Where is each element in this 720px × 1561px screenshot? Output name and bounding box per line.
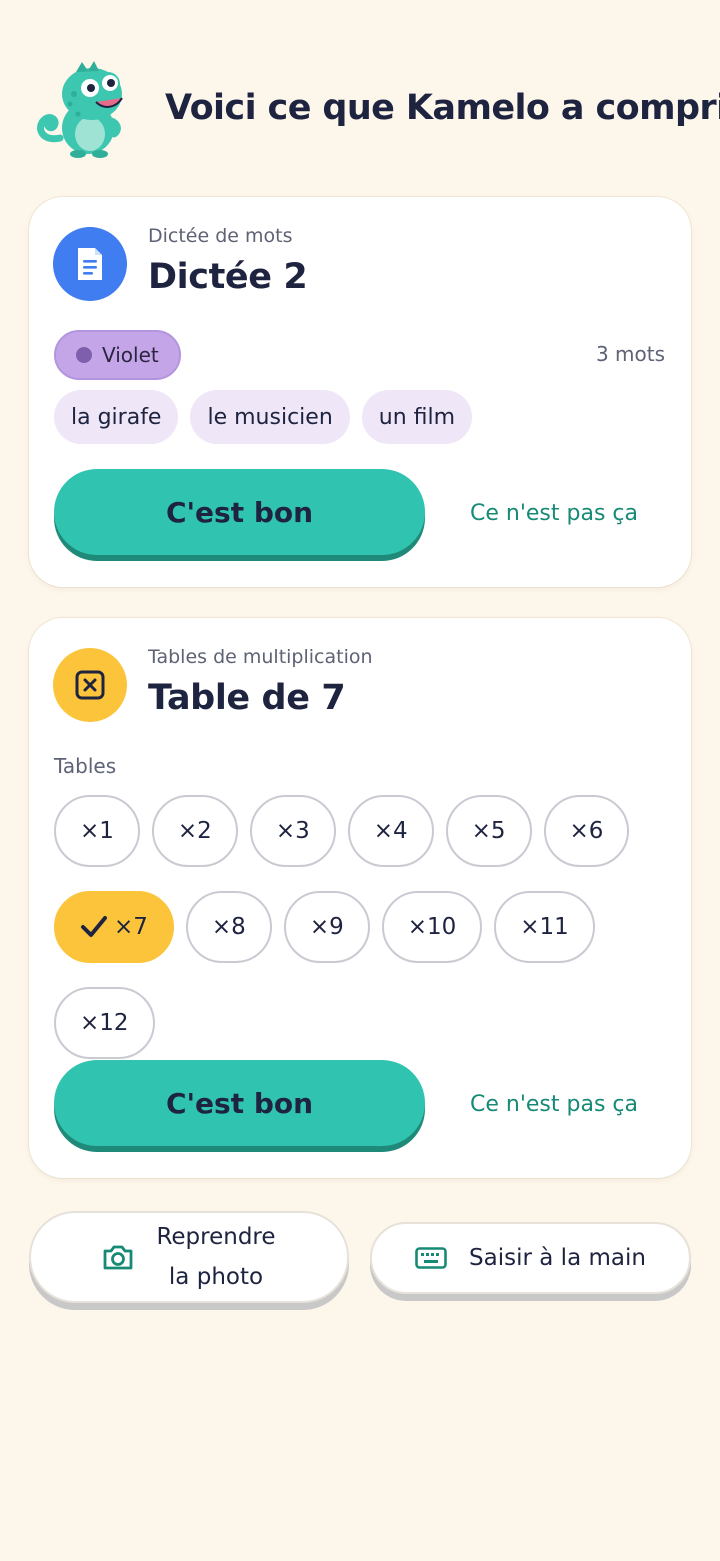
reject-dictation-link[interactable]: Ce n'est pas ça <box>470 501 638 526</box>
list-color-chip[interactable]: Violet <box>54 330 181 380</box>
card-category: Dictée de mots <box>148 225 293 247</box>
multiply-box-icon <box>53 648 127 722</box>
word-chip: le musicien <box>190 390 350 444</box>
dictation-card: Dictée de mots Dictée 2 Violet 3 mots la… <box>29 197 691 587</box>
tables-card: Tables de multiplication Table de 7 Tabl… <box>29 618 691 1178</box>
table-chip-label: ×5 <box>471 818 506 844</box>
table-chip-label: ×10 <box>407 914 457 940</box>
page-title: Voici ce que Kamelo a compris <box>165 88 720 128</box>
table-chip-label: ×11 <box>520 914 569 940</box>
table-chip[interactable]: ×10 <box>381 891 483 963</box>
manual-entry-button[interactable]: Saisir à la main <box>370 1222 691 1294</box>
table-chip[interactable]: ×9 <box>283 891 370 963</box>
table-chip-label: ×1 <box>80 818 114 844</box>
table-chip-label: ×9 <box>309 914 344 940</box>
table-chip-label: ×7 <box>114 914 148 940</box>
word-count: 3 mots <box>595 342 665 366</box>
word-chip: un film <box>361 390 473 444</box>
retake-photo-button[interactable]: Reprendre la photo <box>29 1211 349 1303</box>
confirm-dictation-button[interactable]: C'est bon <box>54 469 425 555</box>
table-chip[interactable]: ×2 <box>151 795 238 867</box>
card-title: Table de 7 <box>148 678 346 718</box>
reject-tables-link[interactable]: Ce n'est pas ça <box>470 1092 638 1117</box>
screen: Voici ce que Kamelo a compris Dictée de … <box>0 0 720 1561</box>
table-chip-label: ×8 <box>211 914 246 940</box>
table-chip-label: ×12 <box>80 1010 129 1036</box>
table-chip[interactable]: ×3 <box>249 795 336 867</box>
table-chip-label: ×3 <box>275 818 310 844</box>
table-chip-label: ×4 <box>373 818 408 844</box>
table-chip[interactable]: ×12 <box>54 987 155 1059</box>
table-selector: ×1 ×2 ×3 ×4 ×5 ×6 ×7 ×8 ×9 ×10 ×11 ×12 <box>54 795 674 1059</box>
word-list: la girafe le musicien un film <box>54 390 473 444</box>
table-chip-label: ×6 <box>569 818 604 844</box>
table-chip[interactable]: ×5 <box>445 795 532 867</box>
camera-icon <box>104 1245 133 1270</box>
table-chip-label: ×2 <box>177 818 212 844</box>
word-chip: la girafe <box>54 390 179 444</box>
table-chip[interactable]: ×4 <box>347 795 434 867</box>
table-chip[interactable]: ×6 <box>543 795 630 867</box>
keyboard-icon <box>415 1247 447 1269</box>
header: Voici ce que Kamelo a compris <box>0 50 720 170</box>
card-title: Dictée 2 <box>148 257 308 297</box>
chameleon-mascot-icon <box>37 61 123 158</box>
table-chip[interactable]: ×11 <box>494 891 595 963</box>
retake-line-1: Reprendre <box>156 1224 276 1250</box>
table-chip[interactable]: ×7 <box>54 891 174 963</box>
table-chip[interactable]: ×8 <box>185 891 272 963</box>
list-color-label: Violet <box>102 343 159 367</box>
confirm-tables-button[interactable]: C'est bon <box>54 1060 425 1146</box>
manual-entry-label: Saisir à la main <box>469 1245 646 1271</box>
document-icon <box>53 227 127 301</box>
retake-line-2: la photo <box>168 1264 264 1290</box>
card-category: Tables de multiplication <box>148 646 373 668</box>
tables-label: Tables <box>54 754 117 778</box>
color-dot-icon <box>76 347 92 363</box>
table-chip[interactable]: ×1 <box>54 795 140 867</box>
checkmark-icon <box>81 916 107 937</box>
retake-photo-label: Reprendre la photo <box>156 1217 275 1297</box>
